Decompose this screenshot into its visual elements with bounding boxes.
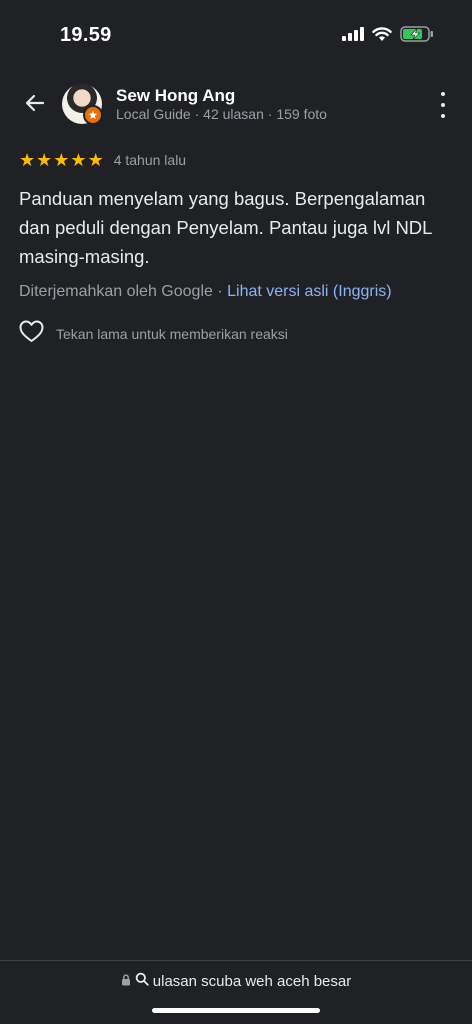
see-original-link[interactable]: Lihat versi asli (Inggris)	[227, 283, 392, 300]
search-icon	[135, 972, 149, 990]
address-text: ulasan scuba weh aceh besar	[152, 972, 352, 990]
status-time: 19.59	[60, 24, 112, 46]
back-button[interactable]	[18, 88, 52, 122]
reviewer-avatar[interactable]	[62, 84, 103, 125]
lock-icon	[121, 973, 131, 990]
more-options-button[interactable]	[436, 92, 450, 118]
rating-row: ★ ★ ★ ★ ★ 4 tahun lalu	[19, 151, 186, 169]
translated-by-label: Diterjemahkan oleh Google ·	[19, 283, 228, 300]
star-icon: ★	[70, 150, 87, 170]
home-indicator[interactable]	[152, 1008, 320, 1013]
more-vertical-icon-dot	[441, 114, 445, 118]
review-text: Panduan menyelam yang bagus. Berpengalam…	[19, 188, 432, 267]
star-icon: ★	[53, 150, 70, 170]
star-icon: ★	[19, 150, 36, 170]
review-time: 4 tahun lalu	[113, 152, 187, 168]
star-rating: ★ ★ ★ ★ ★	[19, 151, 104, 169]
browser-address-bar[interactable]: ulasan scuba weh aceh besar	[0, 972, 472, 990]
battery-charging-icon	[400, 26, 434, 47]
status-bar: 19.59	[0, 0, 472, 70]
star-icon: ★	[36, 150, 53, 170]
reviewer-meta: Local Guide · 42 ulasan · 159 foto	[116, 106, 327, 122]
reaction-hint: Tekan lama untuk memberikan reaksi	[56, 326, 288, 342]
cellular-signal-icon	[342, 27, 364, 46]
divider	[0, 960, 472, 961]
wifi-icon	[372, 26, 392, 47]
local-guide-badge-icon	[83, 105, 103, 125]
reaction-row[interactable]: Tekan lama untuk memberikan reaksi	[19, 320, 288, 348]
arrow-left-icon	[23, 91, 47, 120]
status-icons	[342, 26, 434, 47]
star-icon: ★	[87, 150, 104, 170]
reviewer-name[interactable]: Sew Hong Ang	[116, 86, 235, 106]
more-vertical-icon-dot	[441, 92, 445, 96]
more-vertical-icon-dot	[441, 103, 445, 107]
review-header: Sew Hong Ang Local Guide · 42 ulasan · 1…	[0, 82, 472, 128]
heart-icon[interactable]	[19, 320, 44, 348]
translation-note: Diterjemahkan oleh Google · Lihat versi …	[19, 283, 392, 301]
